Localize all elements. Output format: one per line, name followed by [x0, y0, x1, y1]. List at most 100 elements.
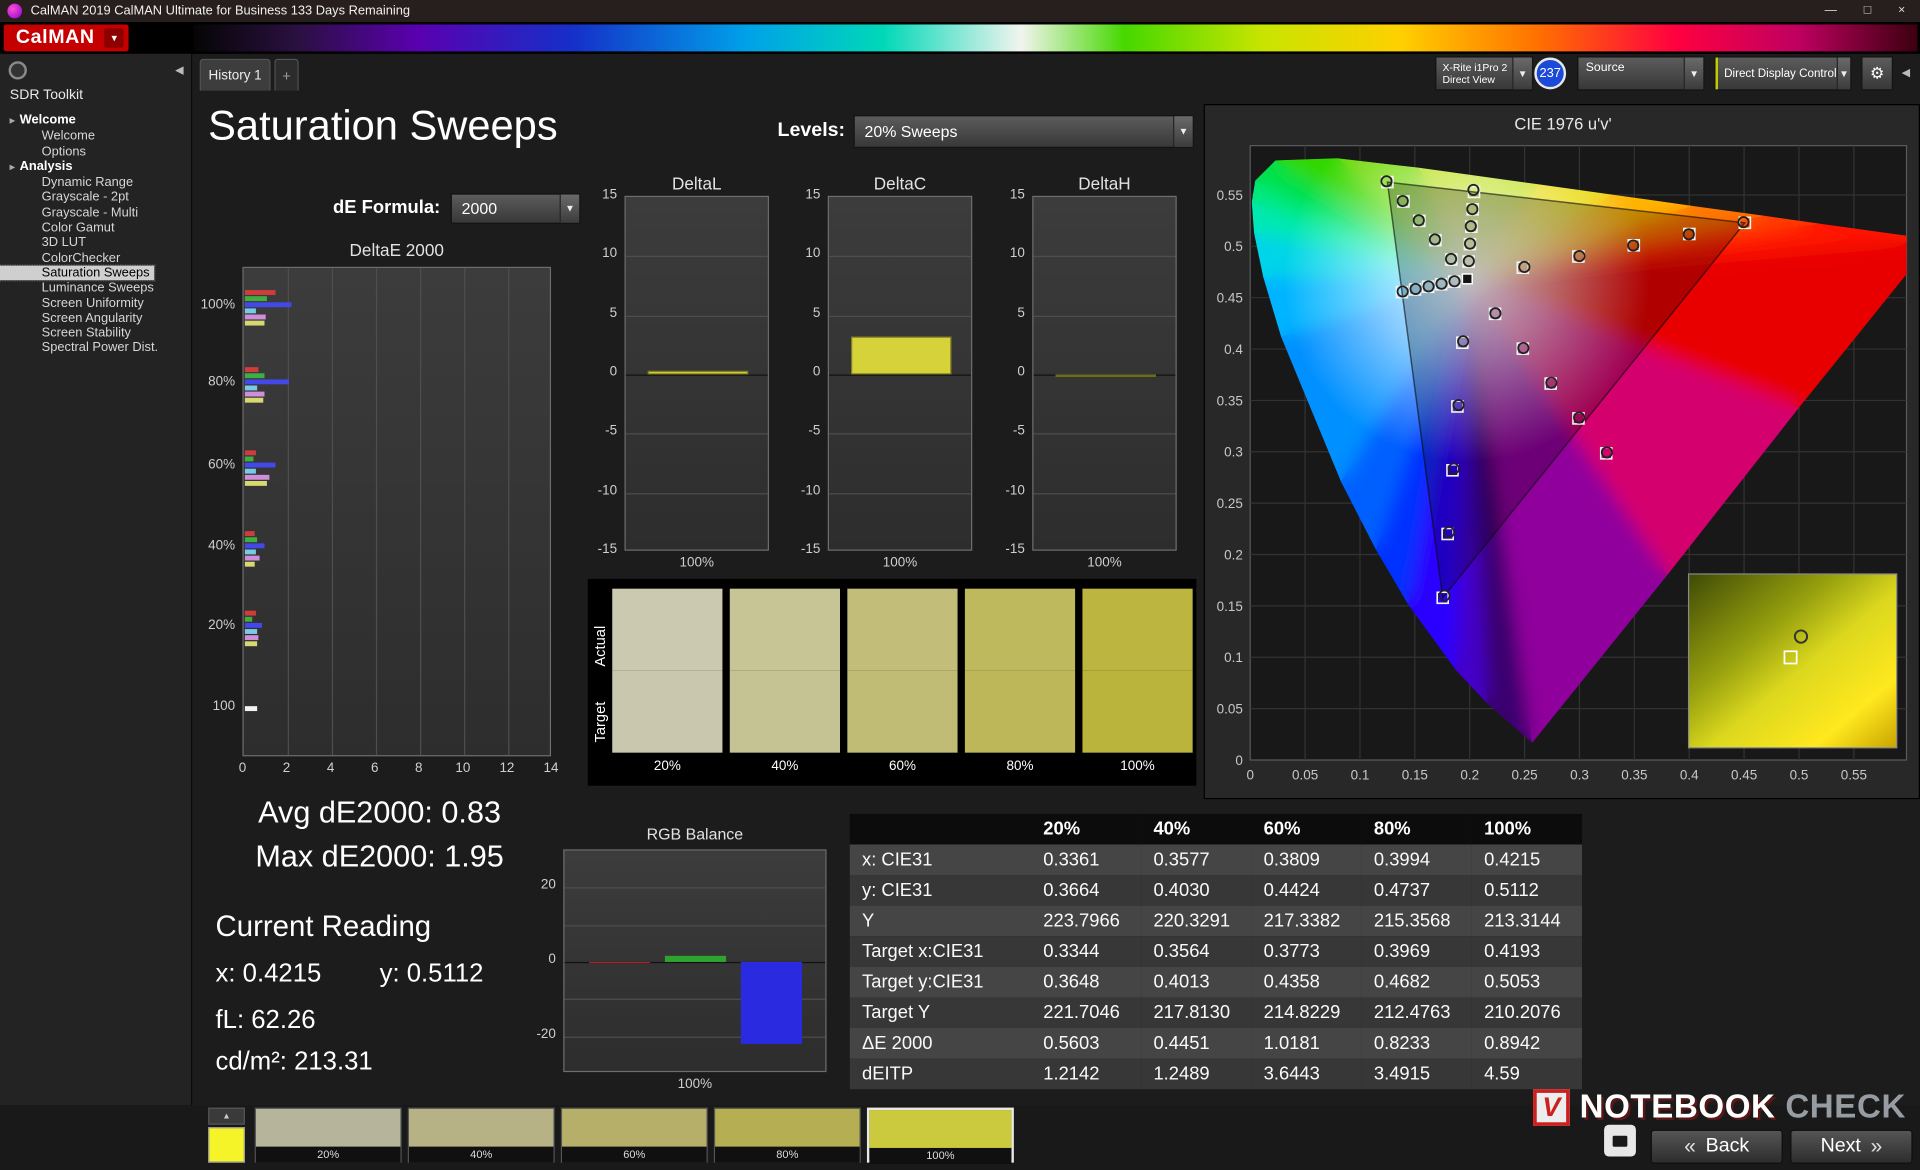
workflow-menu-button[interactable]	[8, 61, 27, 80]
display-control-dropdown[interactable]: Direct Display Control ▼	[1714, 56, 1852, 91]
de-bar-80	[244, 384, 258, 390]
row-label: x: CIE31	[849, 844, 1032, 876]
back-button[interactable]: « Back	[1650, 1129, 1783, 1164]
level-button-100%[interactable]: 100%	[866, 1107, 1014, 1164]
de-y-label: 20%	[208, 618, 236, 633]
patch-swatch-60%	[847, 588, 958, 753]
patch-label: 80%	[1006, 758, 1034, 774]
table-cell: 0.3577	[1141, 844, 1252, 876]
chevron-down-icon: ▼	[1683, 57, 1704, 90]
rainbow-strip	[193, 24, 1918, 52]
delta_l-y-tick: 5	[609, 305, 618, 321]
sidebar-item-3d-lut[interactable]: 3D LUT	[0, 235, 192, 250]
source-dropdown[interactable]: Source ▼	[1577, 56, 1705, 91]
delta_l-y-tick: 10	[602, 246, 618, 262]
table-cell: 0.4451	[1141, 1028, 1252, 1059]
level-button-80%[interactable]: 80%	[713, 1107, 861, 1163]
sidebar-section-welcome[interactable]: ▸ Welcome	[0, 113, 192, 129]
settings-gear-button[interactable]: ⚙	[1861, 56, 1894, 91]
meter-dropdown[interactable]: X-Rite i1Pro 2 Direct View ▼	[1435, 56, 1534, 91]
sidebar: SDR Toolkit ▸ Welcome Welcome Options ▸ Analy…	[0, 53, 193, 1106]
sidebar-item-options[interactable]: Options	[0, 144, 192, 159]
minimize-button[interactable]: —	[1825, 0, 1837, 22]
panel-collapse-icon[interactable]: ◀	[1902, 66, 1910, 79]
table-cell: 0.3664	[1031, 875, 1142, 906]
current-patch-swatch[interactable]	[208, 1127, 245, 1163]
de-bar-100	[244, 307, 256, 313]
actual-color	[612, 588, 723, 671]
sidebar-item-colorchecker[interactable]: ColorChecker	[0, 250, 192, 265]
table-cell: 1.0181	[1251, 1028, 1362, 1059]
table-cell: 214.8229	[1251, 997, 1362, 1029]
next-button[interactable]: Next »	[1790, 1129, 1913, 1164]
patch-label: 20%	[653, 758, 681, 774]
calman-menu-button[interactable]: CalMAN ▾	[3, 24, 129, 52]
expander-icon[interactable]: ▸	[10, 161, 15, 172]
rgb-balance-xlabel: 100%	[677, 1076, 713, 1092]
delta_h-y-tick: -15	[1005, 542, 1025, 557]
svg-text:0.1: 0.1	[1351, 768, 1370, 783]
de-x-tick: 12	[499, 761, 515, 776]
sidebar-item-grayscale-multi[interactable]: Grayscale - Multi	[0, 205, 192, 220]
sidebar-item-dynamic-range[interactable]: Dynamic Range	[0, 175, 192, 190]
chevron-down-icon: ▾	[104, 28, 125, 48]
sidebar-item-saturation-sweeps[interactable]: Saturation Sweeps	[0, 264, 156, 282]
sidebar-item-spectral-power-dist[interactable]: Spectral Power Dist.	[0, 341, 192, 356]
meter-count-badge[interactable]: 237	[1534, 57, 1567, 90]
level-swatch	[869, 1110, 1012, 1148]
sidebar-item-color-gamut[interactable]: Color Gamut	[0, 220, 192, 235]
notebookcheck-watermark: V NOTEBOOK CHECK	[1533, 1088, 1906, 1126]
patch-popup-button[interactable]: ▲	[208, 1107, 245, 1125]
de-bar-40	[244, 530, 255, 536]
table-cell: 0.3994	[1361, 844, 1472, 876]
close-button[interactable]: ×	[1898, 0, 1905, 22]
table-cell: 0.4013	[1141, 966, 1252, 998]
level-button-20%[interactable]: 20%	[254, 1107, 402, 1163]
chevron-down-icon: ▼	[1173, 116, 1193, 147]
sidebar-collapse-icon[interactable]: ◀	[175, 64, 183, 77]
display-mode-button[interactable]	[1604, 1124, 1636, 1157]
table-cell: 0.3648	[1031, 966, 1142, 998]
delta-e-title: DeltaE 2000	[349, 239, 444, 260]
de-formula-dropdown[interactable]: 2000 ▼	[450, 193, 581, 224]
sidebar-item-screen-angularity[interactable]: Screen Angularity	[0, 311, 192, 326]
patch-label: 60%	[888, 758, 916, 774]
page-title: Saturation Sweeps	[208, 102, 558, 150]
level-label: 80%	[715, 1146, 860, 1163]
tab-history-1[interactable]: History 1	[199, 58, 271, 91]
de-bar-20	[244, 628, 258, 634]
tab-add-button[interactable]: +	[274, 58, 299, 91]
sidebar-item-luminance-sweeps[interactable]: Luminance Sweeps	[0, 281, 192, 296]
measurement-table: 20% 40% 60% 80% 100% x: CIE31 0.3361 0.3577 0.38…	[849, 813, 1583, 1090]
target-color	[964, 670, 1076, 753]
sidebar-item-screen-uniformity[interactable]: Screen Uniformity	[0, 296, 192, 311]
table-cell: 0.3564	[1141, 936, 1252, 967]
cie-diagram: 00 0.05 0.05 0.1 0.1 0.15 0.15 0.2 0.2 0.25 0.25 0.…	[1217, 145, 1908, 783]
sidebar-section-analysis[interactable]: ▸ Analysis	[0, 159, 192, 175]
sidebar-item-grayscale-2pt[interactable]: Grayscale - 2pt	[0, 190, 192, 205]
de-bar-20	[244, 640, 258, 646]
actual-color	[964, 588, 1076, 671]
de-x-tick: 4	[326, 761, 335, 776]
app-window: CalMAN 2019 CalMAN Ultimate for Business…	[0, 0, 1920, 1170]
level-button-40%[interactable]: 40%	[407, 1107, 555, 1163]
sidebar-item-screen-stability[interactable]: Screen Stability	[0, 326, 192, 341]
svg-text:0.25: 0.25	[1511, 768, 1537, 783]
expander-icon[interactable]: ▸	[10, 115, 15, 126]
table-header-60: 60%	[1251, 813, 1362, 845]
level-button-60%[interactable]: 60%	[560, 1107, 708, 1163]
back-label: Back	[1705, 1135, 1750, 1157]
delta-c-plot	[827, 195, 973, 551]
delta_h-y-tick: 15	[1009, 187, 1025, 202]
app-icon	[7, 3, 23, 19]
sidebar-item-welcome[interactable]: Welcome	[0, 129, 192, 144]
calman-logo-text: CalMAN	[15, 26, 95, 48]
max-de2000: Max dE2000: 1.95	[255, 839, 504, 874]
table-cell: 0.4737	[1361, 875, 1472, 906]
maximize-button[interactable]: □	[1864, 0, 1871, 22]
delta_h-y-tick: 0	[1017, 364, 1025, 380]
delta_h-y-tick: 10	[1009, 246, 1025, 262]
svg-text:0.55: 0.55	[1217, 188, 1243, 203]
rgb-balance-plot	[563, 849, 827, 1073]
levels-dropdown[interactable]: 20% Sweeps ▼	[853, 115, 1194, 149]
